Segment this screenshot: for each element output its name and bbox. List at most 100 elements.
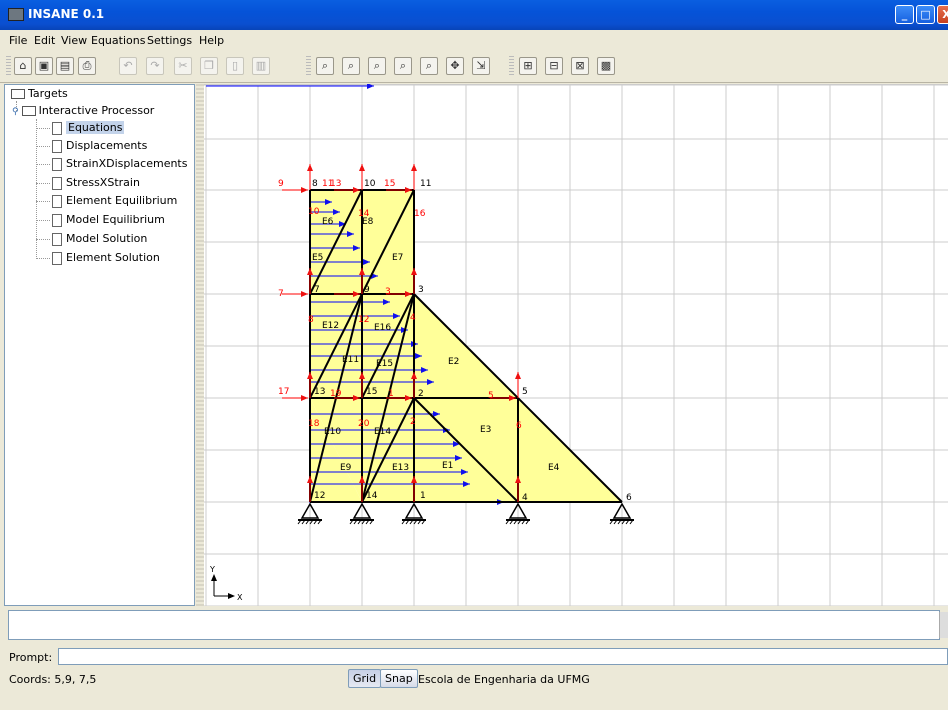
dof-label: 16 xyxy=(414,209,426,219)
tree-item-model-solution[interactable]: Model Solution xyxy=(52,231,147,247)
dof-label: 20 xyxy=(358,419,370,429)
node-label: 2 xyxy=(418,389,424,399)
dof-label: 13 xyxy=(330,179,341,189)
tree-item-displacements[interactable]: Displacements xyxy=(52,138,147,154)
element-label: E7 xyxy=(392,253,403,263)
console-scrollbar[interactable] xyxy=(939,612,948,638)
dof-label: 12 xyxy=(358,315,369,325)
document-icon xyxy=(52,176,62,190)
tree-item-element-solution[interactable]: Element Solution xyxy=(52,250,160,266)
menu-equations[interactable]: Equations xyxy=(91,34,145,47)
paste-icon[interactable]: ▯ xyxy=(226,57,244,75)
window-title: INSANE 0.1 xyxy=(28,7,105,21)
app-icon xyxy=(8,8,24,21)
model-canvas[interactable]: 1 2 3 4 5 6 7 8 9 10 11 12 13 14 15 E1 E2 E3 E4 E5 E6 E7 E8 E9 E… xyxy=(204,84,948,606)
results-icon[interactable]: ▩ xyxy=(597,57,615,75)
node-label: 13 xyxy=(314,387,325,397)
document-icon xyxy=(52,157,62,171)
element-label: E13 xyxy=(392,463,409,473)
element-label: E2 xyxy=(448,357,459,367)
menu-help[interactable]: Help xyxy=(199,34,224,47)
dof-label: 19 xyxy=(330,389,342,399)
element-label: E16 xyxy=(374,323,391,333)
cut-icon[interactable]: ✂ xyxy=(174,57,192,75)
close-button[interactable]: X xyxy=(937,5,948,24)
node-label: 1 xyxy=(420,491,426,501)
grid-toggle[interactable]: Grid xyxy=(348,669,382,688)
loads-icon[interactable]: ⊠ xyxy=(571,57,589,75)
tree-item-element-equilibrium[interactable]: Element Equilibrium xyxy=(52,193,177,209)
node-label: 8 xyxy=(312,179,318,189)
node-label: 12 xyxy=(314,491,325,501)
node-label: 4 xyxy=(522,493,528,503)
tree-item-equations[interactable]: Equations xyxy=(52,120,125,136)
copy-icon[interactable]: ❐ xyxy=(200,57,218,75)
menu-file[interactable]: File xyxy=(9,34,27,47)
zoom-all-icon[interactable]: ⌕ xyxy=(420,57,438,75)
dof-label: 4 xyxy=(410,313,416,323)
dof-label: 6 xyxy=(516,421,522,431)
expand-icon[interactable]: ⚲ xyxy=(12,107,19,117)
axis-x-label: X xyxy=(237,593,243,602)
maximize-button[interactable]: □ xyxy=(916,5,935,24)
prompt-input[interactable] xyxy=(58,648,948,665)
zoom-out-icon[interactable]: ⌕ xyxy=(368,57,386,75)
tree-item-stressxstrain[interactable]: StressXStrain xyxy=(52,175,140,191)
axis-y-arrow xyxy=(211,574,217,581)
dof-label: 8 xyxy=(308,315,314,325)
prompt-label: Prompt: xyxy=(9,651,53,664)
document-icon xyxy=(52,251,62,265)
tree-root[interactable]: Targets xyxy=(11,86,68,102)
node-label: 5 xyxy=(522,387,528,397)
node-label: 14 xyxy=(366,491,378,501)
supports-icon[interactable]: ⊟ xyxy=(545,57,563,75)
output-console[interactable] xyxy=(8,610,940,640)
tree-node-interactive-processor[interactable]: ⚲ Interactive Processor xyxy=(12,103,154,119)
node-label: 11 xyxy=(420,179,431,189)
delete-icon[interactable]: ▥ xyxy=(252,57,270,75)
element-label: E3 xyxy=(480,425,491,435)
zoom-icon[interactable]: ⌕ xyxy=(316,57,334,75)
axis-x-arrow xyxy=(228,593,235,599)
coords-readout: Coords: 5,9, 7,5 xyxy=(9,673,97,686)
dof-label: 3 xyxy=(385,287,391,297)
document-icon xyxy=(52,194,62,208)
node-label: 7 xyxy=(314,285,320,295)
mesh-icon[interactable]: ⊞ xyxy=(519,57,537,75)
tree-item-strainxdisplacements[interactable]: StrainXDisplacements xyxy=(52,156,187,172)
document-icon xyxy=(52,121,62,135)
zoom-window-icon[interactable]: ⌕ xyxy=(394,57,412,75)
snap-toggle[interactable]: Snap xyxy=(380,669,418,688)
dof-label: 5 xyxy=(488,391,494,401)
node-label: 6 xyxy=(626,493,632,503)
print-icon[interactable]: ⎙ xyxy=(78,57,96,75)
minimize-button[interactable]: _ xyxy=(895,5,914,24)
title-bar[interactable]: INSANE 0.1 _ □ X xyxy=(0,0,948,30)
menu-view[interactable]: View xyxy=(61,34,87,47)
model-drawing[interactable]: 12345678910 1112131415E1E2E3E4E5E6E7E8E9E… xyxy=(204,84,948,606)
open-icon[interactable]: ⌂ xyxy=(14,57,32,75)
menu-settings[interactable]: Settings xyxy=(147,34,192,47)
element-label: E4 xyxy=(548,463,560,473)
axis-y-label: Y xyxy=(209,565,215,574)
undo-icon[interactable]: ↶ xyxy=(119,57,137,75)
dof-label: 2 xyxy=(410,417,416,427)
zoom-in-icon[interactable]: ⌕ xyxy=(342,57,360,75)
toolbar-grip[interactable] xyxy=(6,56,11,76)
element-label: E14 xyxy=(374,427,391,437)
document-icon xyxy=(52,213,62,227)
menu-edit[interactable]: Edit xyxy=(34,34,55,47)
node-label: 15 xyxy=(366,387,377,397)
save-icon[interactable]: ▣ xyxy=(35,57,53,75)
tree-item-model-equilibrium[interactable]: Model Equilibrium xyxy=(52,212,165,228)
redo-icon[interactable]: ↷ xyxy=(146,57,164,75)
node-label: 3 xyxy=(418,285,424,295)
panel-splitter[interactable] xyxy=(196,84,204,606)
element-label: E15 xyxy=(376,359,393,369)
redraw-icon[interactable]: ⇲ xyxy=(472,57,490,75)
toolbar-grip-2[interactable] xyxy=(306,56,311,76)
pan-icon[interactable]: ✥ xyxy=(446,57,464,75)
save-as-icon[interactable]: ▤ xyxy=(56,57,74,75)
toolbar-grip-3[interactable] xyxy=(509,56,514,76)
node-label: 10 xyxy=(364,179,376,189)
